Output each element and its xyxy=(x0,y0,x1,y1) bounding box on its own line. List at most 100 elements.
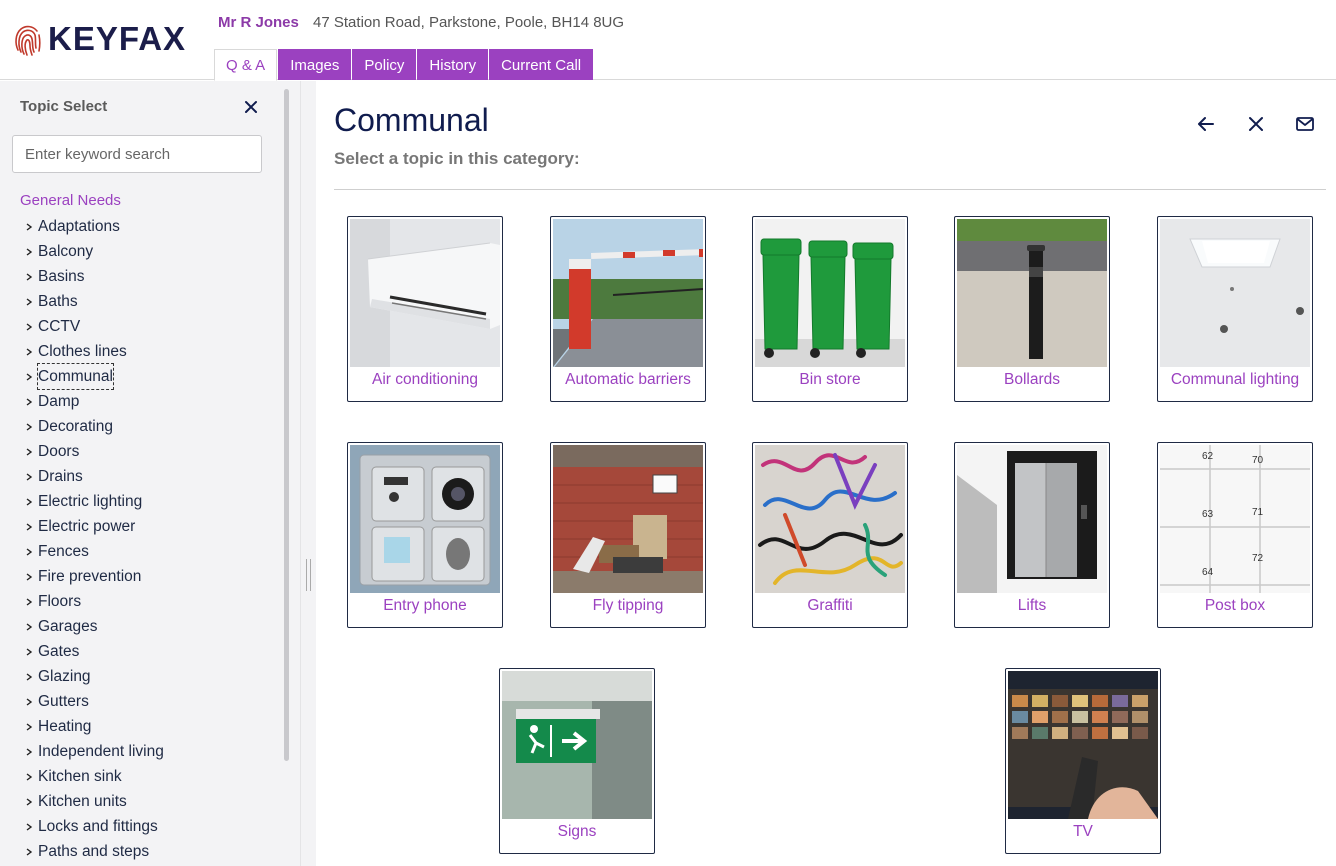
topic-tile-graffiti[interactable]: Graffiti xyxy=(752,442,908,628)
topic-label: Entry phone xyxy=(383,597,467,614)
topic-tile-air-conditioning[interactable]: Air conditioning xyxy=(347,216,503,402)
topic-tile-lifts[interactable]: Lifts xyxy=(954,442,1110,628)
topic-label: Lifts xyxy=(1017,597,1047,614)
sidebar-item-label: Fences xyxy=(38,543,89,560)
barrier-image xyxy=(553,219,703,367)
topic-label: Automatic barriers xyxy=(565,371,691,388)
sidebar-item-label: Communal xyxy=(37,363,114,390)
chevron-right-icon xyxy=(26,347,33,356)
sidebar-item-label: Heating xyxy=(38,718,92,735)
chevron-right-icon xyxy=(26,847,33,856)
sidebar-item-locks-and-fittings[interactable]: Locks and fittings xyxy=(24,814,164,839)
topic-tile-tv[interactable]: TV xyxy=(1005,668,1161,854)
sidebar-item-clothes-lines[interactable]: Clothes lines xyxy=(24,339,164,364)
tab-qa[interactable]: Q & A xyxy=(214,49,278,81)
sidebar-item-garages[interactable]: Garages xyxy=(24,614,164,639)
sidebar-item-label: Garages xyxy=(38,618,98,635)
back-arrow-icon[interactable] xyxy=(1195,113,1217,135)
sidebar-item-balcony[interactable]: Balcony xyxy=(24,239,164,264)
sidebar-item-floors[interactable]: Floors xyxy=(24,589,164,614)
email-icon[interactable] xyxy=(1294,113,1316,135)
category-general-needs[interactable]: General Needs xyxy=(20,192,121,209)
graffiti-image xyxy=(755,445,905,593)
chevron-right-icon xyxy=(26,572,33,581)
sidebar-item-label: Balcony xyxy=(38,243,94,260)
sidebar-scrollbar[interactable] xyxy=(284,89,289,761)
chevron-right-icon xyxy=(26,247,33,256)
sidebar-item-heating[interactable]: Heating xyxy=(24,714,164,739)
sidebar-item-label: Gates xyxy=(38,643,80,660)
chevron-right-icon xyxy=(26,322,33,331)
sidebar-item-fire-prevention[interactable]: Fire prevention xyxy=(24,564,164,589)
svg-text:62: 62 xyxy=(1202,451,1214,462)
bins-image xyxy=(755,219,905,367)
keyfax-logo[interactable]: KEYFAX xyxy=(12,20,186,58)
topic-tile-entry-phone[interactable]: Entry phone xyxy=(347,442,503,628)
topic-label: Graffiti xyxy=(807,597,853,614)
sidebar-item-independent-living[interactable]: Independent living xyxy=(24,739,164,764)
sidebar-item-gutters[interactable]: Gutters xyxy=(24,689,164,714)
chevron-right-icon xyxy=(26,272,33,281)
sidebar-item-cctv[interactable]: CCTV xyxy=(24,314,164,339)
topic-tile-fly-tipping[interactable]: Fly tipping xyxy=(550,442,706,628)
pane-splitter[interactable] xyxy=(300,81,316,866)
topic-tile-signs[interactable]: Signs xyxy=(499,668,655,854)
sidebar-title: Topic Select xyxy=(20,98,108,115)
sidebar-item-electric-power[interactable]: Electric power xyxy=(24,514,164,539)
chevron-right-icon xyxy=(26,697,33,706)
topic-label: Bollards xyxy=(1004,371,1060,388)
sidebar-item-label: Fire prevention xyxy=(38,568,142,585)
sidebar-item-label: Kitchen units xyxy=(38,793,127,810)
sidebar-item-label: Basins xyxy=(38,268,85,285)
intercom-image xyxy=(350,445,500,593)
chevron-right-icon xyxy=(26,547,33,556)
tab-current-call[interactable]: Current Call xyxy=(489,49,594,80)
sidebar-item-kitchen-units[interactable]: Kitchen units xyxy=(24,789,164,814)
topic-tile-bollards[interactable]: Bollards xyxy=(954,216,1110,402)
sidebar-item-communal[interactable]: Communal xyxy=(24,363,164,390)
sidebar-item-basins[interactable]: Basins xyxy=(24,264,164,289)
page-title: Communal xyxy=(334,102,489,138)
sidebar-item-paths-and-steps[interactable]: Paths and steps xyxy=(24,839,164,864)
tab-policy[interactable]: Policy xyxy=(352,49,417,80)
chevron-right-icon xyxy=(26,397,33,406)
sidebar-item-kitchen-sink[interactable]: Kitchen sink xyxy=(24,764,164,789)
tab-history[interactable]: History xyxy=(417,49,489,80)
sidebar-item-label: Electric lighting xyxy=(38,493,143,510)
chevron-right-icon xyxy=(26,747,33,756)
sidebar-item-gates[interactable]: Gates xyxy=(24,639,164,664)
chevron-right-icon xyxy=(26,722,33,731)
keyword-search-input[interactable] xyxy=(12,135,262,173)
chevron-right-icon xyxy=(26,447,33,456)
close-icon[interactable] xyxy=(1245,113,1267,135)
sidebar-item-doors[interactable]: Doors xyxy=(24,439,164,464)
sidebar-item-baths[interactable]: Baths xyxy=(24,289,164,314)
topic-tile-communal-lighting[interactable]: Communal lighting xyxy=(1157,216,1313,402)
splitter-grip-icon[interactable] xyxy=(306,559,311,591)
sidebar-item-label: Adaptations xyxy=(38,218,120,235)
sidebar-item-electric-lighting[interactable]: Electric lighting xyxy=(24,489,164,514)
svg-text:70: 70 xyxy=(1252,455,1264,466)
chevron-right-icon xyxy=(26,472,33,481)
sidebar-item-drains[interactable]: Drains xyxy=(24,464,164,489)
sidebar-item-decorating[interactable]: Decorating xyxy=(24,414,164,439)
exit-sign-image xyxy=(502,671,652,819)
sidebar-item-fences[interactable]: Fences xyxy=(24,539,164,564)
topic-tile-post-box[interactable]: 62 63 64 70 71 72 Post box xyxy=(1157,442,1313,628)
tab-images[interactable]: Images xyxy=(278,49,352,80)
close-sidebar-icon[interactable] xyxy=(242,98,260,116)
chevron-right-icon xyxy=(26,372,33,381)
sidebar-item-adaptations[interactable]: Adaptations xyxy=(24,214,164,239)
caller-address: 47 Station Road, Parkstone, Poole, BH14 … xyxy=(313,14,625,31)
sidebar-item-glazing[interactable]: Glazing xyxy=(24,664,164,689)
air-conditioner-image xyxy=(350,219,500,367)
sidebar-item-label: CCTV xyxy=(38,318,81,335)
topic-tile-bin-store[interactable]: Bin store xyxy=(752,216,908,402)
chevron-right-icon xyxy=(26,647,33,656)
chevron-right-icon xyxy=(26,772,33,781)
sidebar-item-damp[interactable]: Damp xyxy=(24,389,164,414)
sidebar-item-label: Glazing xyxy=(38,668,91,685)
fingerprint-icon xyxy=(15,25,41,56)
topic-tile-automatic-barriers[interactable]: Automatic barriers xyxy=(550,216,706,402)
main-content: Communal Select a topic in this category… xyxy=(316,81,1336,866)
